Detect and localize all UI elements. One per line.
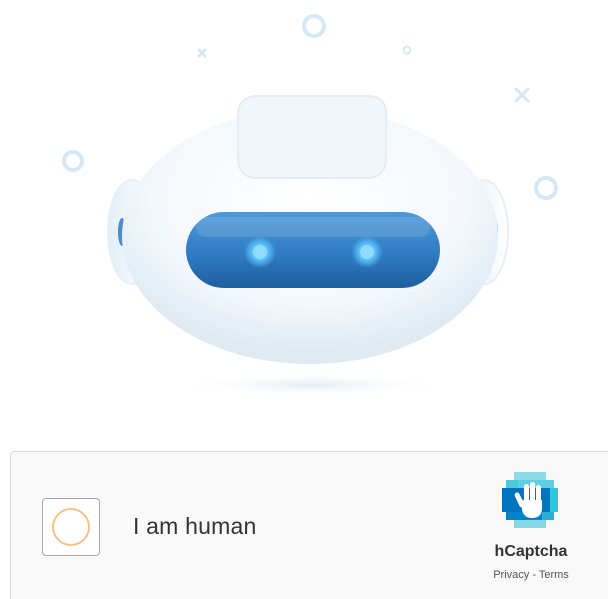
privacy-link[interactable]: Privacy xyxy=(493,569,529,581)
captcha-page: I am human hCaptcha Privacy - Terms xyxy=(0,0,608,599)
brand-links: Privacy - Terms xyxy=(481,569,581,581)
hcaptcha-branding: hCaptcha Privacy - Terms xyxy=(481,470,601,599)
hcaptcha-logo-icon[interactable] xyxy=(500,470,560,530)
terms-link[interactable]: Terms xyxy=(539,569,569,581)
checkbox-label: I am human xyxy=(133,513,257,539)
loading-spinner-icon xyxy=(52,508,90,546)
link-separator: - xyxy=(529,569,539,581)
human-checkbox[interactable] xyxy=(42,498,100,556)
hcaptcha-name: hCaptcha xyxy=(494,543,568,560)
captcha-widget: I am human hCaptcha Privacy - Terms xyxy=(10,451,608,599)
robot-icon xyxy=(62,14,558,397)
